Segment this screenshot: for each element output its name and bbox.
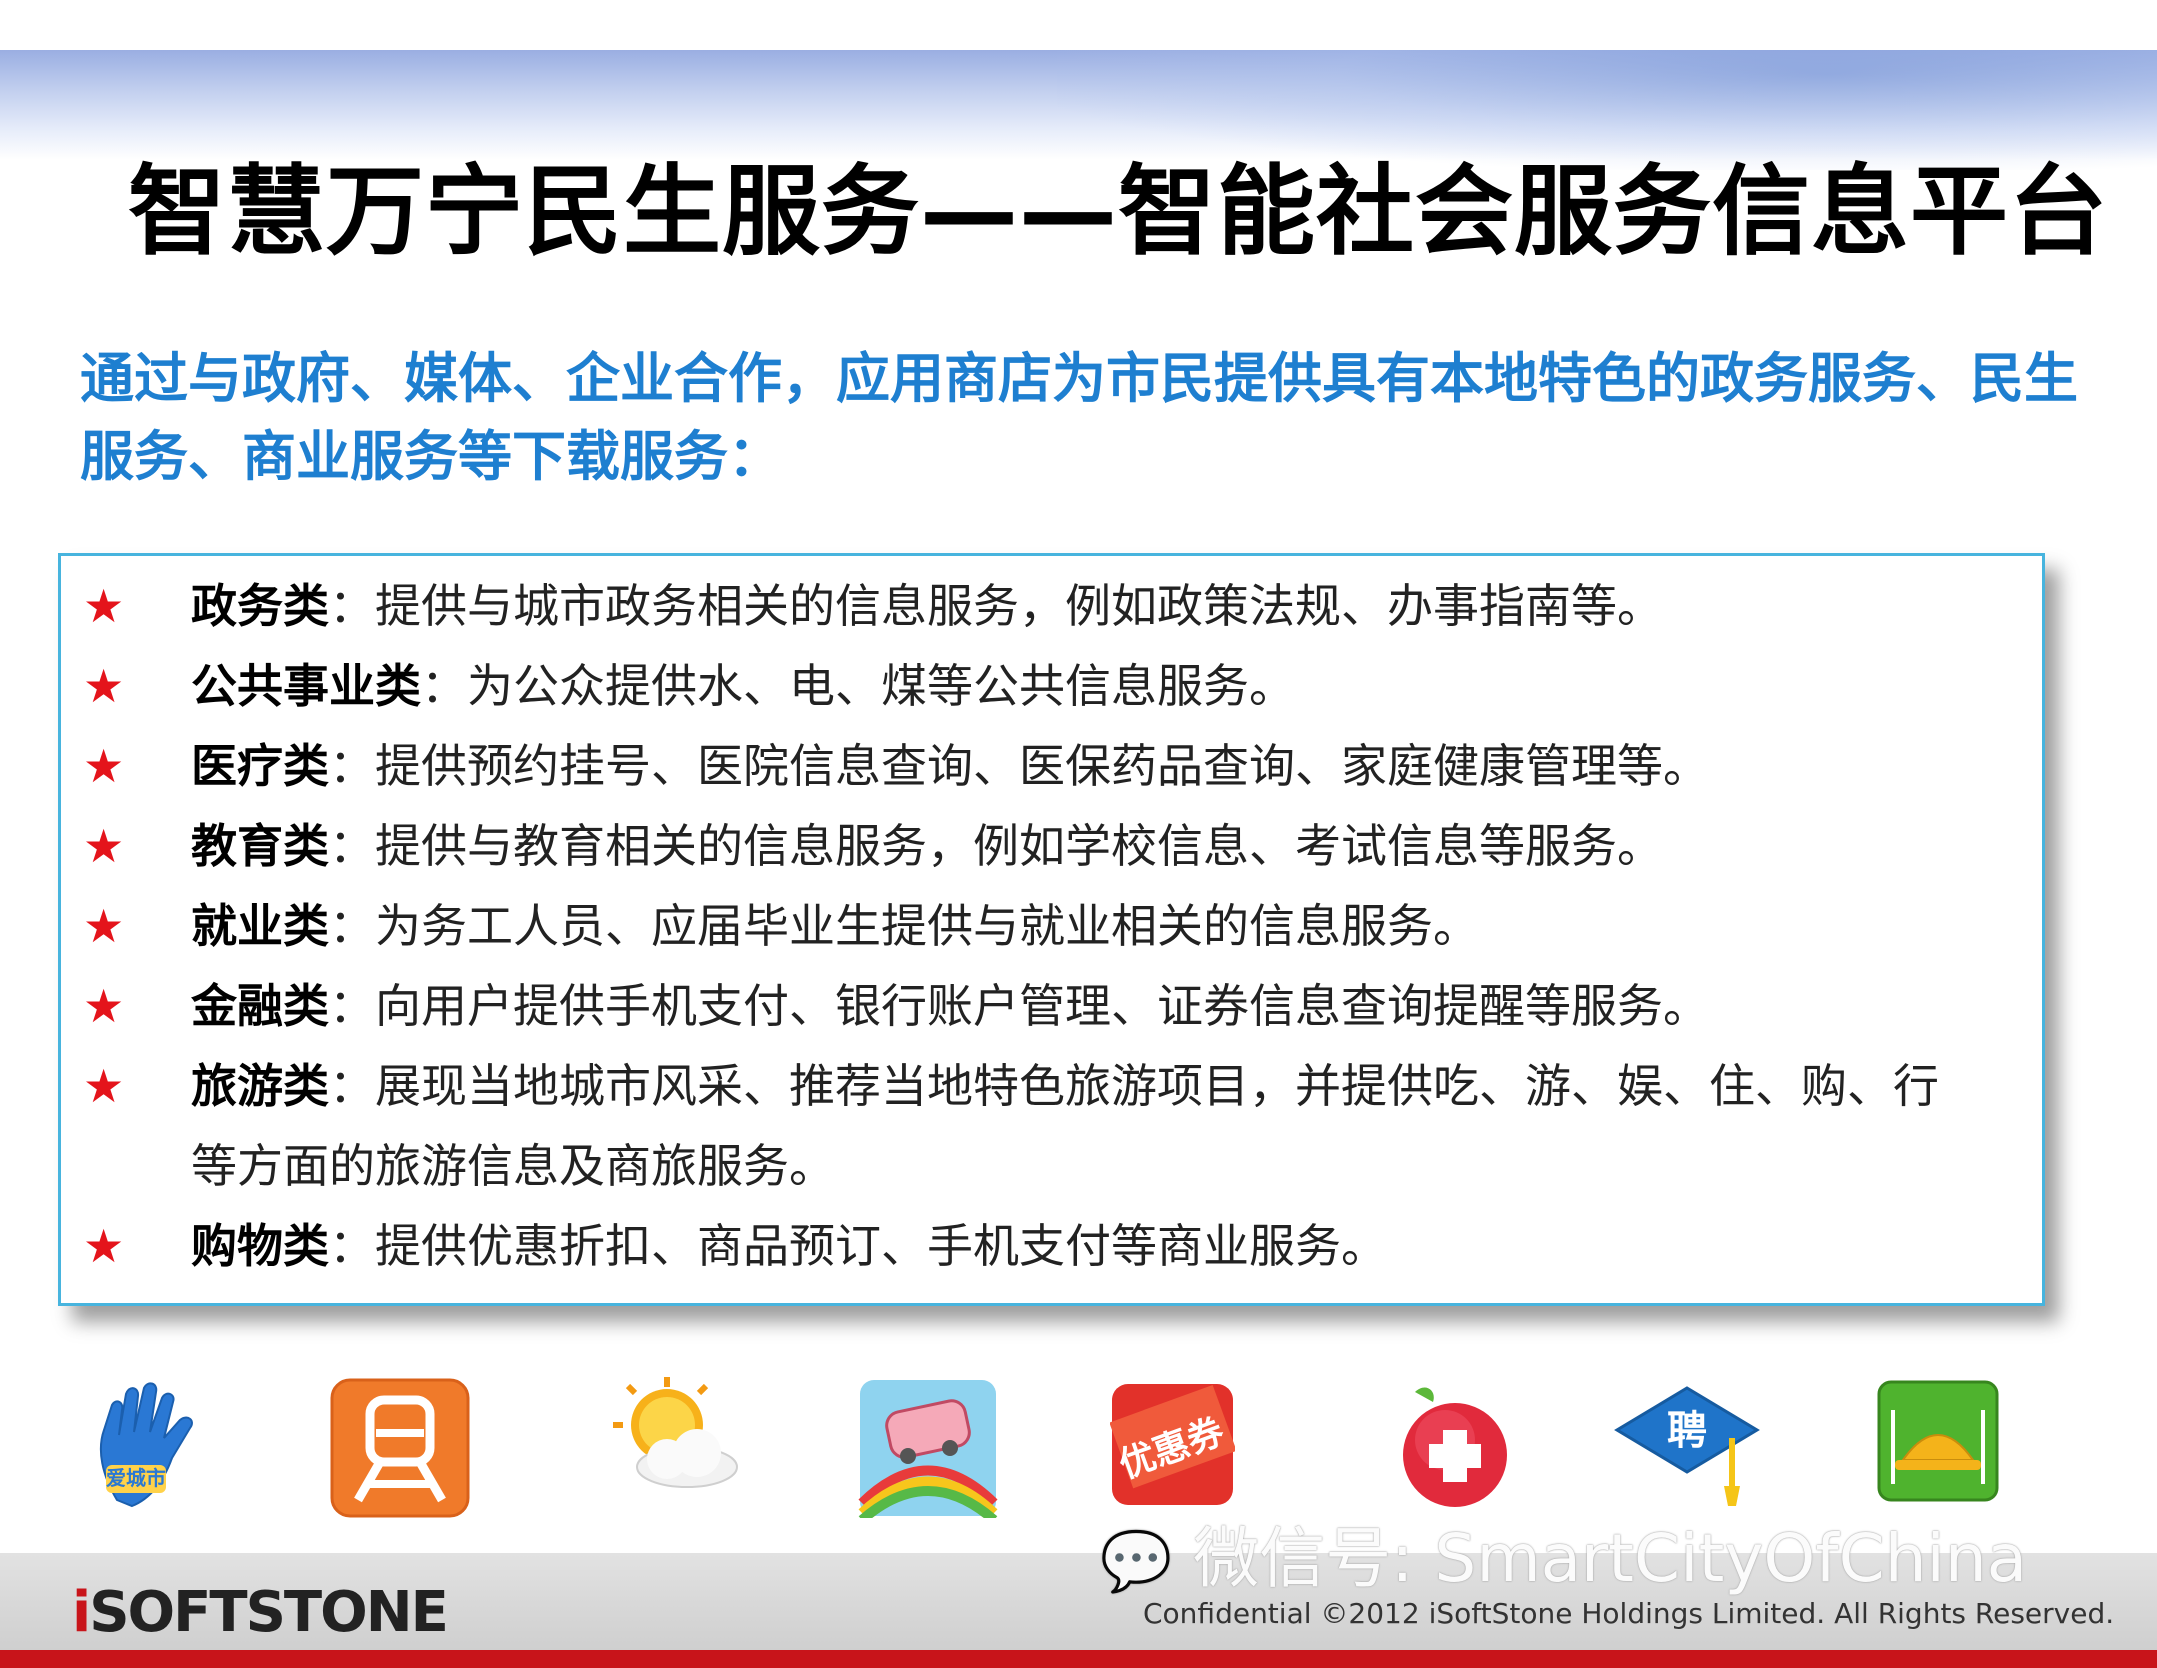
item-text-continuation: 等方面的旅游信息及商旅服务。 [191,1139,835,1193]
star-icon: ★ [83,899,125,953]
star-icon: ★ [83,659,125,713]
star-icon: ★ [83,579,125,633]
item-text: ：展现当地城市风采、推荐当地特色旅游项目，并提供吃、游、娱、住、购、行 [329,1059,1939,1113]
item-text: ：为务工人员、应届毕业生提供与就业相关的信息服务。 [329,899,1479,953]
food-service-app-icon[interactable] [1877,1380,1999,1502]
star-icon: ★ [83,739,125,793]
hand-city-label: 爱城市 [106,1466,166,1490]
item-label: 政务类 [191,579,329,633]
item-text: ：提供与城市政务相关的信息服务，例如政策法规、办事指南等。 [329,579,1663,633]
item-text: ：提供与教育相关的信息服务，例如学校信息、考试信息等服务。 [329,819,1663,873]
isoftstone-logo: iSOFTSTONE [72,1580,449,1645]
train-app-icon[interactable] [330,1378,470,1518]
intro-paragraph: 通过与政府、媒体、企业合作，应用商店为市民提供具有本地特色的政务服务、民生服务、… [80,347,2078,488]
weather-app-icon[interactable] [605,1375,745,1500]
item-label: 医疗类 [191,739,329,793]
wechat-watermark: 💬 微信号: SmartCityOfChina [1100,1520,2028,1597]
star-icon: ★ [83,979,125,1033]
star-icon: ★ [83,1059,125,1113]
travel-bus-app-icon[interactable] [858,1378,998,1518]
star-icon: ★ [83,819,125,873]
wechat-icon: 💬 [1100,1527,1173,1595]
copyright-text: Confidential ©2012 iSoftStone Holdings L… [1143,1597,2115,1630]
item-text: ：向用户提供手机支付、银行账户管理、证券信息查询提醒等服务。 [329,979,1709,1033]
item-text: ：提供优惠折扣、商品预订、手机支付等商业服务。 [329,1219,1387,1273]
item-label: 公共事业类 [191,659,421,713]
item-label: 购物类 [191,1219,329,1273]
discount-app-icon[interactable]: 优惠券 [1110,1382,1235,1507]
slide-title: 智慧万宁民生服务——智能社会服务信息平台 [128,155,2109,269]
service-category-box: ★ 政务类：提供与城市政务相关的信息服务，例如政策法规、办事指南等。 ★ 公共事业类：… [58,553,2045,1306]
item-label: 就业类 [191,899,329,953]
item-label: 旅游类 [191,1059,329,1113]
item-text: ：提供预约挂号、医院信息查询、医保药品查询、家庭健康管理等。 [329,739,1709,793]
item-text: ：为公众提供水、电、煤等公共信息服务。 [421,659,1295,713]
hand-city-app-icon[interactable]: 爱城市 [92,1380,222,1515]
health-cross-app-icon[interactable] [1385,1380,1515,1515]
footer-red-line [0,1650,2157,1668]
jobs-app-icon[interactable]: 聘 [1612,1378,1762,1518]
jobs-label: 聘 [1667,1408,1707,1454]
star-icon: ★ [83,1219,125,1273]
item-label: 教育类 [191,819,329,873]
item-label: 金融类 [191,979,329,1033]
